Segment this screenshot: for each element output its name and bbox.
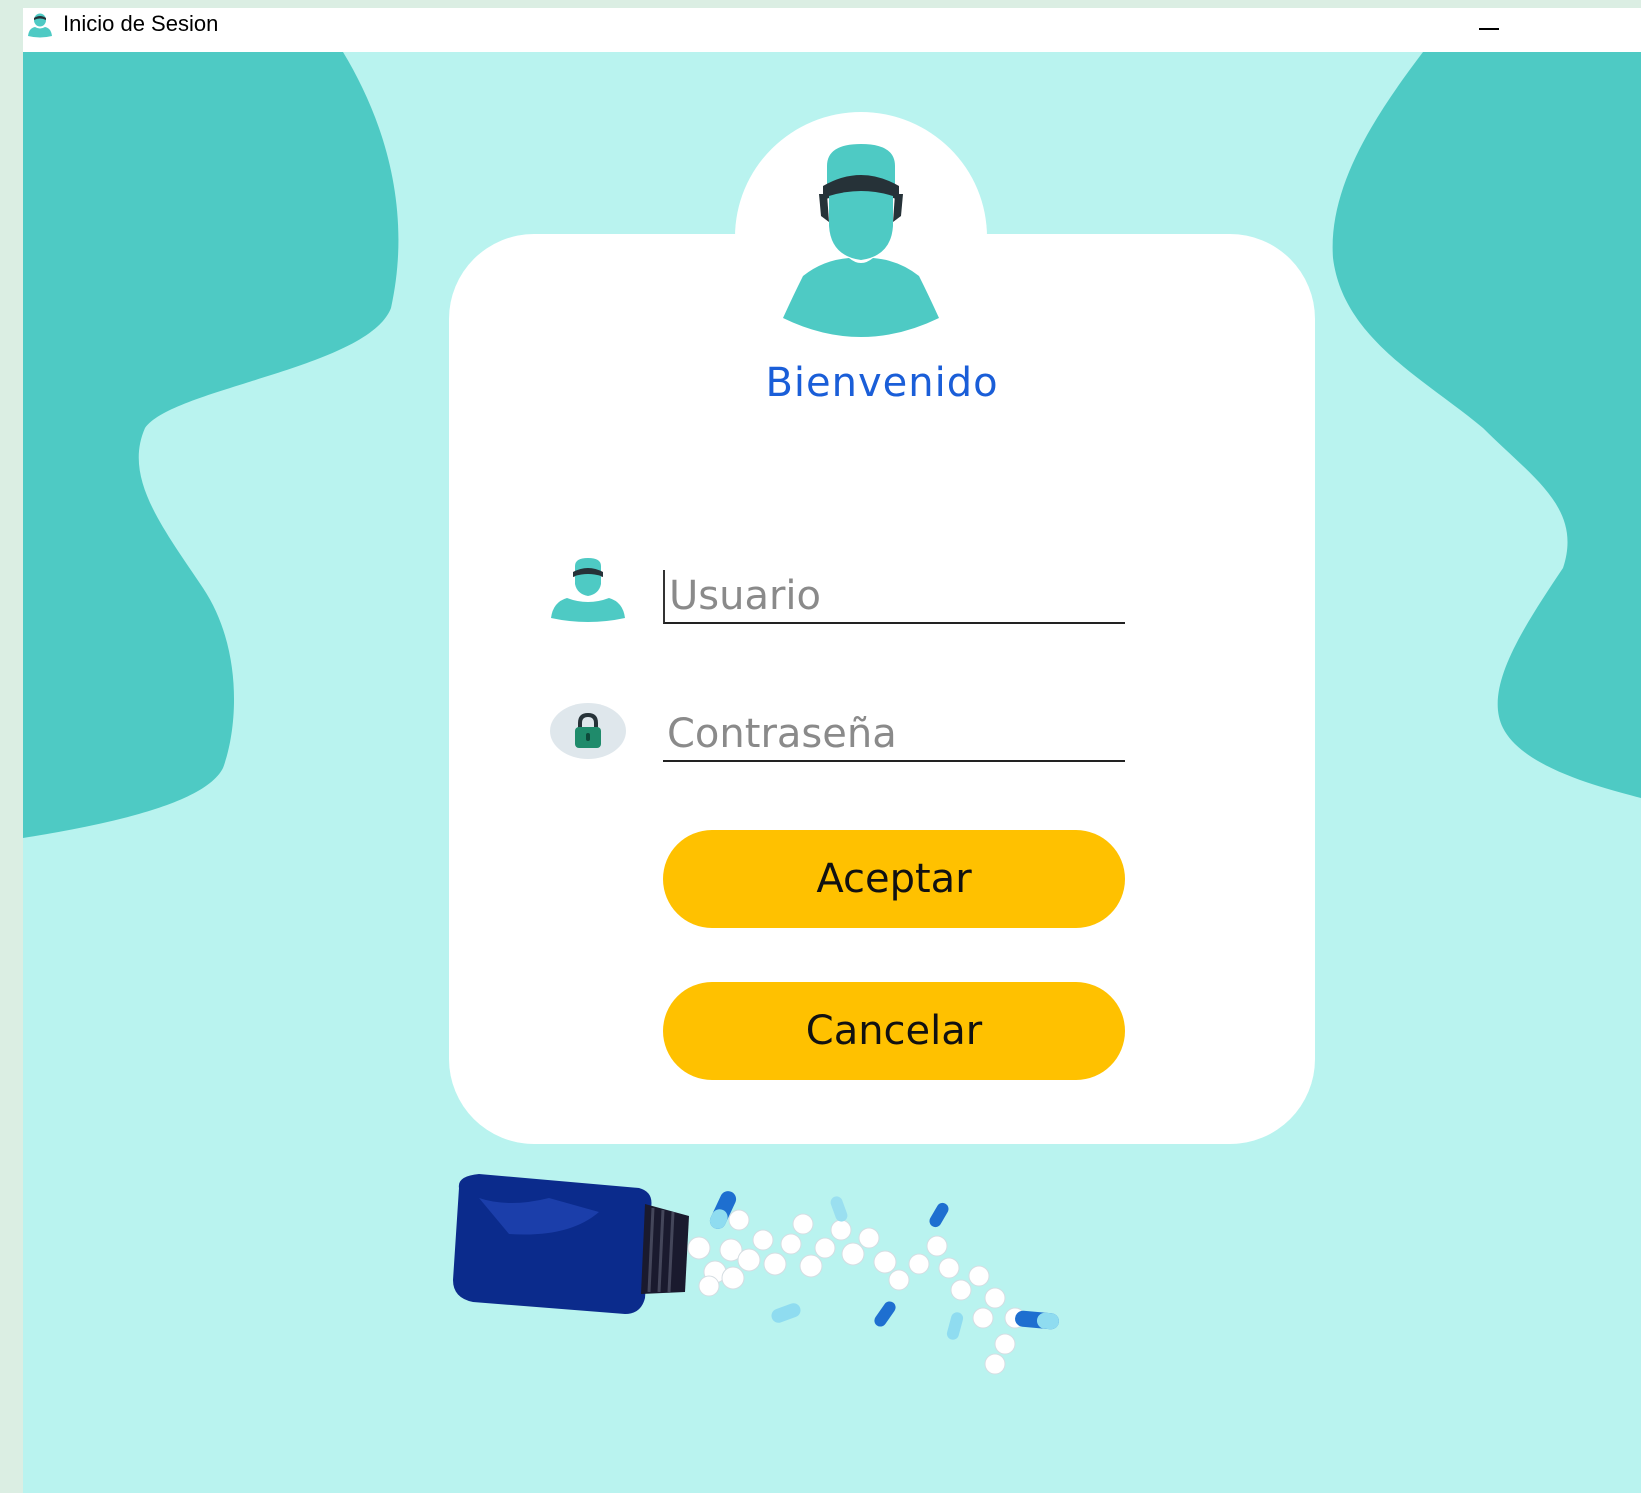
username-input[interactable] bbox=[663, 570, 1125, 624]
lock-icon bbox=[550, 703, 626, 759]
cancel-button[interactable]: Cancelar bbox=[663, 982, 1125, 1080]
title-bar: Inicio de Sesion bbox=[23, 8, 1641, 52]
window-title: Inicio de Sesion bbox=[63, 11, 219, 36]
pill-bottle-illustration bbox=[453, 1174, 1059, 1375]
user-icon bbox=[551, 558, 625, 622]
welcome-heading: Bienvenido bbox=[765, 360, 999, 406]
login-window: Inicio de Sesion Bienvenido Aceptar bbox=[23, 8, 1641, 1493]
doctor-avatar-icon bbox=[783, 144, 939, 337]
doctor-avatar-icon bbox=[28, 13, 52, 38]
password-input[interactable] bbox=[663, 708, 1125, 762]
accept-button[interactable]: Aceptar bbox=[663, 830, 1125, 928]
minimize-button[interactable] bbox=[1471, 12, 1507, 42]
